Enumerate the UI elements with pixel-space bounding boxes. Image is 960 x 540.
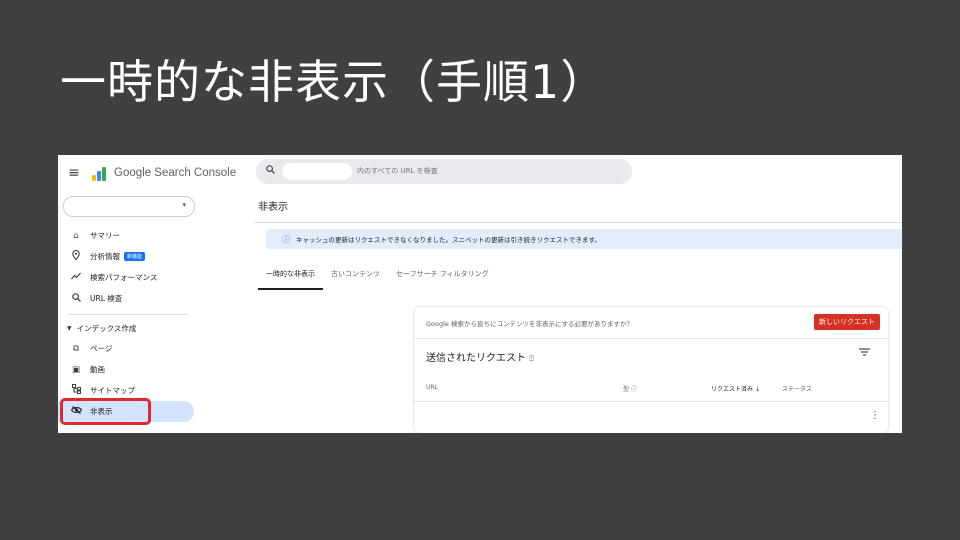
column-header-type-label: 型 xyxy=(623,386,630,393)
url-inspection-search[interactable]: 内のすべての URL を検査 xyxy=(256,159,632,184)
tab-bar: 一時的な非表示 古いコンテンツ セーフサーチ フィルタリング xyxy=(258,266,497,290)
sidebar-item-label: 分析情報 xyxy=(90,252,120,261)
sidebar-item-label: 動画 xyxy=(90,365,105,374)
sidebar-nav: ⌂ サマリー 分析情報 新機能 検索パフォーマンス URL 検査 ▼ インデック… xyxy=(58,225,254,422)
sidebar-item-performance[interactable]: 検索パフォーマンス xyxy=(58,267,254,288)
app-header: ≡ Google Search Console xyxy=(68,163,236,183)
sidebar-item-pages[interactable]: ⧉ ページ xyxy=(58,338,254,359)
search-icon xyxy=(266,165,275,177)
new-badge: 新機能 xyxy=(124,252,146,261)
search-console-screenshot: ≡ Google Search Console ▾ ⌂ サマリー 分析情報 新機… xyxy=(58,155,902,433)
divider xyxy=(254,222,902,223)
chevron-down-icon: ▾ xyxy=(182,201,186,209)
column-header-url[interactable]: URL xyxy=(426,384,438,391)
sidebar: ≡ Google Search Console ▾ ⌂ サマリー 分析情報 新機… xyxy=(58,155,254,433)
slide-title: 一時的な非表示（手順1） xyxy=(60,55,608,109)
column-header-requested-label: リクエスト済み xyxy=(711,386,754,393)
menu-icon[interactable]: ≡ xyxy=(68,165,86,181)
sidebar-item-insights[interactable]: 分析情報 新機能 xyxy=(58,246,254,267)
column-header-type[interactable]: 型 ⓘ xyxy=(623,384,637,393)
sidebar-item-summary[interactable]: ⌂ サマリー xyxy=(58,225,254,246)
sidebar-item-videos[interactable]: ▣ 動画 xyxy=(58,359,254,380)
section-label: インデックス作成 xyxy=(76,323,137,333)
property-selector[interactable]: ▾ xyxy=(63,196,195,217)
help-icon[interactable]: ⍰ xyxy=(529,354,534,363)
search-placeholder: 内のすべての URL を検査 xyxy=(357,167,438,175)
card-title-text: 送信されたリクエスト xyxy=(426,353,526,364)
page-title: 非表示 xyxy=(258,202,288,213)
app-name: Google Search Console xyxy=(114,167,237,179)
card-title: 送信されたリクエスト ⍰ xyxy=(426,349,534,364)
redacted-property xyxy=(282,163,352,180)
location-pin-icon xyxy=(70,249,82,263)
highlight-annotation xyxy=(60,398,151,425)
tab-temporary-removals[interactable]: 一時的な非表示 xyxy=(258,266,323,290)
requests-card: Google 検索から直ちにコンテンツを非表示にする必要がありますか？ 新しいリ… xyxy=(414,307,888,433)
home-icon: ⌂ xyxy=(73,230,79,241)
video-icon: ▣ xyxy=(71,364,81,375)
info-banner: ⓘ キャッシュの更新はリクエストできなくなりました。スニペットの更新は引き続きリ… xyxy=(266,229,902,249)
sidebar-item-url-inspection[interactable]: URL 検査 xyxy=(58,288,254,309)
help-icon: ⓘ xyxy=(630,386,637,393)
sidebar-item-label: サマリー xyxy=(90,231,120,240)
divider xyxy=(68,314,188,315)
collapse-arrow-icon: ▼ xyxy=(67,324,72,332)
more-vert-icon[interactable]: ⋮ xyxy=(870,410,880,421)
sidebar-item-label: 検索パフォーマンス xyxy=(90,273,158,282)
page-copy-icon: ⧉ xyxy=(72,343,80,354)
sidebar-section-indexing[interactable]: ▼ インデックス作成 xyxy=(58,318,254,338)
trend-up-icon xyxy=(70,272,82,283)
divider xyxy=(414,401,888,402)
tab-outdated-content[interactable]: 古いコンテンツ xyxy=(323,266,388,290)
card-prompt-row: Google 検索から直ちにコンテンツを非表示にする必要がありますか？ 新しいリ… xyxy=(414,307,888,339)
column-header-status[interactable]: ステータス xyxy=(782,384,812,393)
sidebar-item-label: サイトマップ xyxy=(90,386,135,395)
sidebar-item-label: URL 検査 xyxy=(90,294,123,303)
info-icon: ⓘ xyxy=(282,234,290,244)
new-request-button[interactable]: 新しいリクエスト xyxy=(814,314,880,330)
prompt-text: Google 検索から直ちにコンテンツを非表示にする必要がありますか？ xyxy=(426,320,634,328)
banner-text: キャッシュの更新はリクエストできなくなりました。スニペットの更新は引き続きリクエ… xyxy=(296,236,601,244)
tab-safesearch-filtering[interactable]: セーフサーチ フィルタリング xyxy=(388,266,497,290)
search-icon xyxy=(70,292,82,305)
column-header-requested[interactable]: リクエスト済み ↓ xyxy=(711,384,760,393)
search-console-logo xyxy=(92,165,110,181)
sitemap-icon xyxy=(70,384,82,397)
filter-icon[interactable] xyxy=(859,348,870,359)
sidebar-item-label: ページ xyxy=(90,344,113,353)
sort-down-icon: ↓ xyxy=(754,386,760,393)
